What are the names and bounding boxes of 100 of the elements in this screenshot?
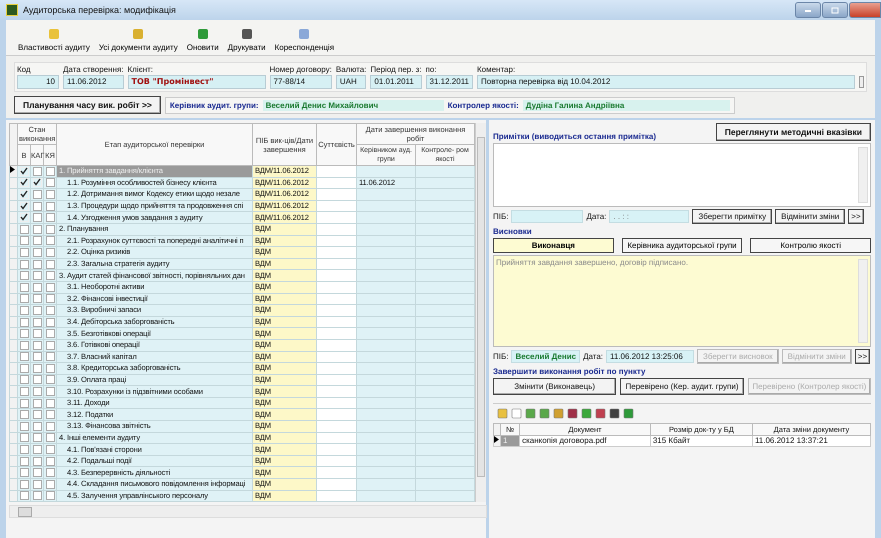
toolbar-button[interactable]: Властивості аудиту xyxy=(16,27,92,52)
close-button[interactable] xyxy=(849,2,881,18)
expand-icon[interactable] xyxy=(859,76,864,88)
checkbox[interactable] xyxy=(32,306,42,315)
date-field[interactable]: 11.06.2012 13:25:06 xyxy=(606,350,694,363)
checkbox[interactable] xyxy=(20,456,28,466)
checkbox[interactable] xyxy=(32,491,42,500)
checkbox[interactable] xyxy=(46,445,54,454)
checkbox[interactable] xyxy=(32,294,42,304)
checkbox[interactable] xyxy=(46,491,54,500)
horizontal-scrollbar[interactable] xyxy=(9,505,487,518)
checkbox[interactable] xyxy=(20,340,28,350)
checkbox[interactable] xyxy=(32,318,42,327)
checkbox[interactable] xyxy=(46,260,54,269)
field-value[interactable]: 77-88/14 xyxy=(270,75,332,89)
field-value[interactable]: Повторна перевірка від 10.04.2012 xyxy=(477,75,855,89)
field-value[interactable]: UAH xyxy=(336,75,366,89)
checkbox[interactable] xyxy=(32,213,42,222)
checkbox[interactable] xyxy=(20,224,28,234)
checkbox[interactable] xyxy=(20,468,28,478)
checkbox[interactable] xyxy=(46,352,54,362)
checkbox[interactable] xyxy=(20,433,28,442)
maximize-button[interactable] xyxy=(822,2,848,18)
name-field[interactable] xyxy=(511,210,584,223)
checkbox[interactable] xyxy=(20,202,28,211)
checkbox[interactable] xyxy=(20,213,28,222)
field-value[interactable]: 01.01.2011 xyxy=(370,75,422,89)
field-value[interactable]: 31.12.2011 xyxy=(426,75,473,89)
field-value[interactable]: 10 xyxy=(17,75,59,89)
checkbox[interactable] xyxy=(46,306,54,315)
checkbox[interactable] xyxy=(46,410,54,420)
checkbox[interactable] xyxy=(32,375,42,384)
tab[interactable]: Керівника аудиторської групи xyxy=(622,238,742,253)
checkbox[interactable] xyxy=(46,422,54,431)
checkbox[interactable] xyxy=(20,294,28,304)
checkbox[interactable] xyxy=(32,468,42,478)
checkbox[interactable] xyxy=(20,491,28,500)
checkbox[interactable] xyxy=(46,468,54,478)
more-button[interactable]: >> xyxy=(848,209,864,224)
planning-button[interactable]: Планування часу вик. робіт >> xyxy=(14,96,161,114)
tab[interactable]: Виконавця xyxy=(493,238,614,253)
checkbox[interactable] xyxy=(32,166,42,176)
completion-button[interactable]: Змінити (Виконавець) xyxy=(493,378,616,395)
checkbox[interactable] xyxy=(46,178,54,188)
checkbox[interactable] xyxy=(20,178,28,188)
notes-button[interactable]: Відмінити зміни xyxy=(775,209,846,224)
checkbox[interactable] xyxy=(20,306,28,315)
checkbox[interactable] xyxy=(32,202,42,211)
checkbox[interactable] xyxy=(20,166,28,176)
checkbox[interactable] xyxy=(20,236,28,246)
checkbox[interactable] xyxy=(32,433,42,442)
checkbox[interactable] xyxy=(46,340,54,350)
checkbox[interactable] xyxy=(20,318,28,327)
toolbar-button[interactable]: Усі документи аудиту xyxy=(96,27,180,52)
checkbox[interactable] xyxy=(32,190,42,199)
checkbox[interactable] xyxy=(32,271,42,280)
toolbar-button[interactable]: Кореспонденція xyxy=(272,27,336,52)
checkbox[interactable] xyxy=(32,480,42,489)
checkbox[interactable] xyxy=(46,248,54,257)
checkbox[interactable] xyxy=(46,318,54,327)
checkbox[interactable] xyxy=(46,433,54,442)
checkbox[interactable] xyxy=(32,224,42,234)
checkbox[interactable] xyxy=(46,224,54,234)
checkbox[interactable] xyxy=(20,375,28,384)
checkbox[interactable] xyxy=(46,190,54,199)
checkbox[interactable] xyxy=(46,387,54,396)
checkbox[interactable] xyxy=(32,410,42,420)
checkbox[interactable] xyxy=(32,248,42,257)
checkbox[interactable] xyxy=(20,445,28,454)
checkbox[interactable] xyxy=(32,352,42,362)
checkbox[interactable] xyxy=(46,456,54,466)
checkbox[interactable] xyxy=(32,398,42,408)
checkbox[interactable] xyxy=(46,480,54,489)
checkbox[interactable] xyxy=(46,398,54,408)
checkbox[interactable] xyxy=(20,260,28,269)
checkbox[interactable] xyxy=(20,329,28,338)
checkbox[interactable] xyxy=(32,282,42,292)
checkbox[interactable] xyxy=(46,213,54,222)
checkbox[interactable] xyxy=(46,364,54,373)
toolbar-button[interactable]: Друкувати xyxy=(226,27,268,52)
more-button[interactable]: >> xyxy=(854,349,870,364)
checkbox[interactable] xyxy=(20,248,28,257)
tab[interactable]: Контролю якості xyxy=(750,238,872,253)
checkbox[interactable] xyxy=(46,166,54,176)
checkbox[interactable] xyxy=(20,364,28,373)
checkbox[interactable] xyxy=(32,260,42,269)
checkbox[interactable] xyxy=(46,329,54,338)
toolbar-button[interactable]: Оновити xyxy=(184,27,221,52)
checkbox[interactable] xyxy=(32,445,42,454)
checkbox[interactable] xyxy=(20,282,28,292)
checkbox[interactable] xyxy=(20,352,28,362)
checkbox[interactable] xyxy=(20,387,28,396)
checkbox[interactable] xyxy=(20,422,28,431)
date-field[interactable]: . . : : xyxy=(609,210,690,223)
checkbox[interactable] xyxy=(20,398,28,408)
checkbox[interactable] xyxy=(20,410,28,420)
checkbox[interactable] xyxy=(32,329,42,338)
checkbox[interactable] xyxy=(32,422,42,431)
checkbox[interactable] xyxy=(46,202,54,211)
field-value[interactable]: ТОВ "Промінвест" xyxy=(128,75,266,89)
